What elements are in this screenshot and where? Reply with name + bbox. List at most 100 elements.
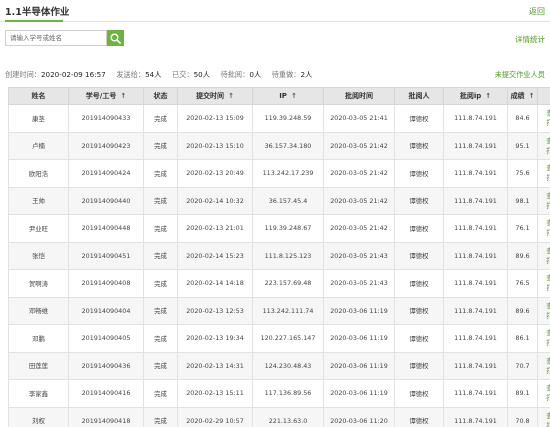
sent-value: 54人: [145, 70, 162, 79]
page-header: 1.1半导体作业 返回: [0, 0, 550, 22]
cell-name: 王帅: [8, 186, 69, 215]
sort-arrow-icon[interactable]: ↑: [529, 92, 535, 100]
cell-score: 76.1: [507, 214, 538, 243]
cell-submit-time: 2020-02-14 15:23: [177, 241, 253, 270]
table-row: 尹业旺 201914090448 完成 2020-02-13 21:01 119.39.…: [8, 214, 550, 243]
cell-status: 完成: [143, 186, 178, 215]
column-header-status[interactable]: 状态: [143, 87, 178, 105]
return-link[interactable]: 打回: [539, 393, 550, 403]
cell-actions: 查看打回: [537, 131, 550, 160]
cell-name: 欧阳浩: [8, 159, 69, 188]
cell-name: 康茎: [8, 104, 69, 133]
view-link[interactable]: 查看: [539, 273, 550, 283]
view-link[interactable]: 查看: [539, 191, 550, 201]
sort-arrow-icon[interactable]: ↑: [228, 92, 234, 100]
cell-student-id: 201914090451: [68, 241, 144, 270]
cell-actions: 查看打回: [537, 406, 550, 427]
view-link[interactable]: 查看: [539, 356, 550, 366]
return-link[interactable]: 打回: [539, 311, 550, 321]
sort-arrow-icon[interactable]: ↑: [485, 92, 491, 100]
sort-arrow-icon[interactable]: ↑: [120, 92, 126, 100]
cell-submit-time: 2020-02-13 15:10: [177, 131, 253, 160]
cell-score: 95.1: [507, 131, 538, 160]
cell-reviewer: 谭德权: [394, 406, 444, 427]
cell-review-ip: 111.8.74.191: [443, 324, 508, 353]
cell-status: 完成: [143, 104, 178, 133]
cell-name: 刘权: [8, 406, 69, 427]
cell-name: 贺啊涛: [8, 269, 69, 298]
cell-review-ip: 111.8.74.191: [443, 104, 508, 133]
view-link[interactable]: 查看: [539, 136, 550, 146]
cell-student-id: 201914090424: [68, 159, 144, 188]
unsubmitted-students-link[interactable]: 未提交作业人员: [495, 70, 545, 80]
column-header-actions: [537, 87, 550, 105]
pending-value: 0人: [249, 70, 262, 79]
cell-student-id: 201914090440: [68, 186, 144, 215]
cell-submit-time: 2020-02-13 15:09: [177, 104, 253, 133]
redo-value: 2人: [300, 70, 313, 79]
column-header-reviewer[interactable]: 批阅人: [394, 87, 444, 105]
cell-ip: 124.230.48.43: [252, 351, 324, 380]
cell-review-ip: 111.8.74.191: [443, 131, 508, 160]
cell-reviewer: 谭德权: [394, 379, 444, 408]
view-link[interactable]: 查看: [539, 108, 550, 118]
return-link[interactable]: 打回: [539, 366, 550, 376]
cell-reviewer: 谭德权: [394, 324, 444, 353]
cell-student-id: 201914090408: [68, 269, 144, 298]
cell-score: 70.7: [507, 351, 538, 380]
detail-stats-link[interactable]: 详情统计: [515, 34, 545, 45]
view-link[interactable]: 查看: [539, 301, 550, 311]
cell-name: 张恺: [8, 241, 69, 270]
column-header-ip[interactable]: IP ↑: [252, 87, 324, 105]
return-link[interactable]: 打回: [539, 256, 550, 266]
view-link[interactable]: 查看: [539, 328, 550, 338]
column-header-submit-time[interactable]: 提交时间 ↑: [177, 87, 253, 105]
cell-submit-time: 2020-02-13 20:49: [177, 159, 253, 188]
view-link[interactable]: 查看: [539, 411, 550, 421]
cell-review-ip: 111.8.74.191: [443, 241, 508, 270]
cell-student-id: 201914090433: [68, 104, 144, 133]
cell-submit-time: 2020-02-13 14:31: [177, 351, 253, 380]
return-link[interactable]: 打回: [539, 118, 550, 128]
cell-student-id: 201914090423: [68, 131, 144, 160]
cell-status: 完成: [143, 159, 178, 188]
view-link[interactable]: 查看: [539, 383, 550, 393]
view-link[interactable]: 查看: [539, 163, 550, 173]
return-link[interactable]: 打回: [539, 228, 550, 238]
view-link[interactable]: 查看: [539, 246, 550, 256]
column-header-score[interactable]: 成绩 ↑: [507, 87, 538, 105]
homework-table: 姓名 学号/工号 ↑ 状态 提交时间 ↑ IP ↑ 批阅时间 批阅人 批阅ip ↑ 成绩…: [8, 87, 550, 427]
column-header-review-ip[interactable]: 批阅ip ↑: [443, 87, 508, 105]
search-icon: [110, 33, 121, 44]
title-underline: [5, 20, 63, 22]
table-row: 田莲莲 201914090436 完成 2020-02-13 14:31 124.230…: [8, 351, 550, 380]
cell-reviewer: 谭德权: [394, 159, 444, 188]
back-link[interactable]: 返回: [529, 6, 545, 17]
cell-status: 完成: [143, 269, 178, 298]
column-header-name[interactable]: 姓名: [8, 87, 69, 105]
sent-label: 发送给：: [116, 70, 146, 79]
search-input[interactable]: [5, 30, 107, 46]
view-link[interactable]: 查看: [539, 218, 550, 228]
return-link[interactable]: 打回: [539, 421, 550, 427]
cell-score: 84.6: [507, 104, 538, 133]
cell-actions: 查看打回: [537, 351, 550, 380]
search-button[interactable]: [107, 30, 124, 46]
cell-actions: 查看打回: [537, 186, 550, 215]
return-link[interactable]: 打回: [539, 283, 550, 293]
cell-ip: 120.227.165.147: [252, 324, 324, 353]
return-link[interactable]: 打回: [539, 146, 550, 156]
cell-name: 尹业旺: [8, 214, 69, 243]
sort-arrow-icon[interactable]: ↑: [291, 92, 297, 100]
cell-score: 89.6: [507, 241, 538, 270]
table-row: 刘权 201914090418 完成 2020-02-29 10:57 221.13.6…: [8, 406, 550, 427]
return-link[interactable]: 打回: [539, 173, 550, 183]
cell-submit-time: 2020-02-13 21:01: [177, 214, 253, 243]
created-value: 2020-02-09 16:57: [40, 70, 106, 79]
return-link[interactable]: 打回: [539, 338, 550, 348]
return-link[interactable]: 打回: [539, 201, 550, 211]
cell-review-time: 2020-03-06 11:19: [323, 296, 395, 325]
cell-score: 89.1: [507, 379, 538, 408]
column-header-review-time[interactable]: 批阅时间: [323, 87, 395, 105]
column-header-id[interactable]: 学号/工号 ↑: [68, 87, 144, 105]
